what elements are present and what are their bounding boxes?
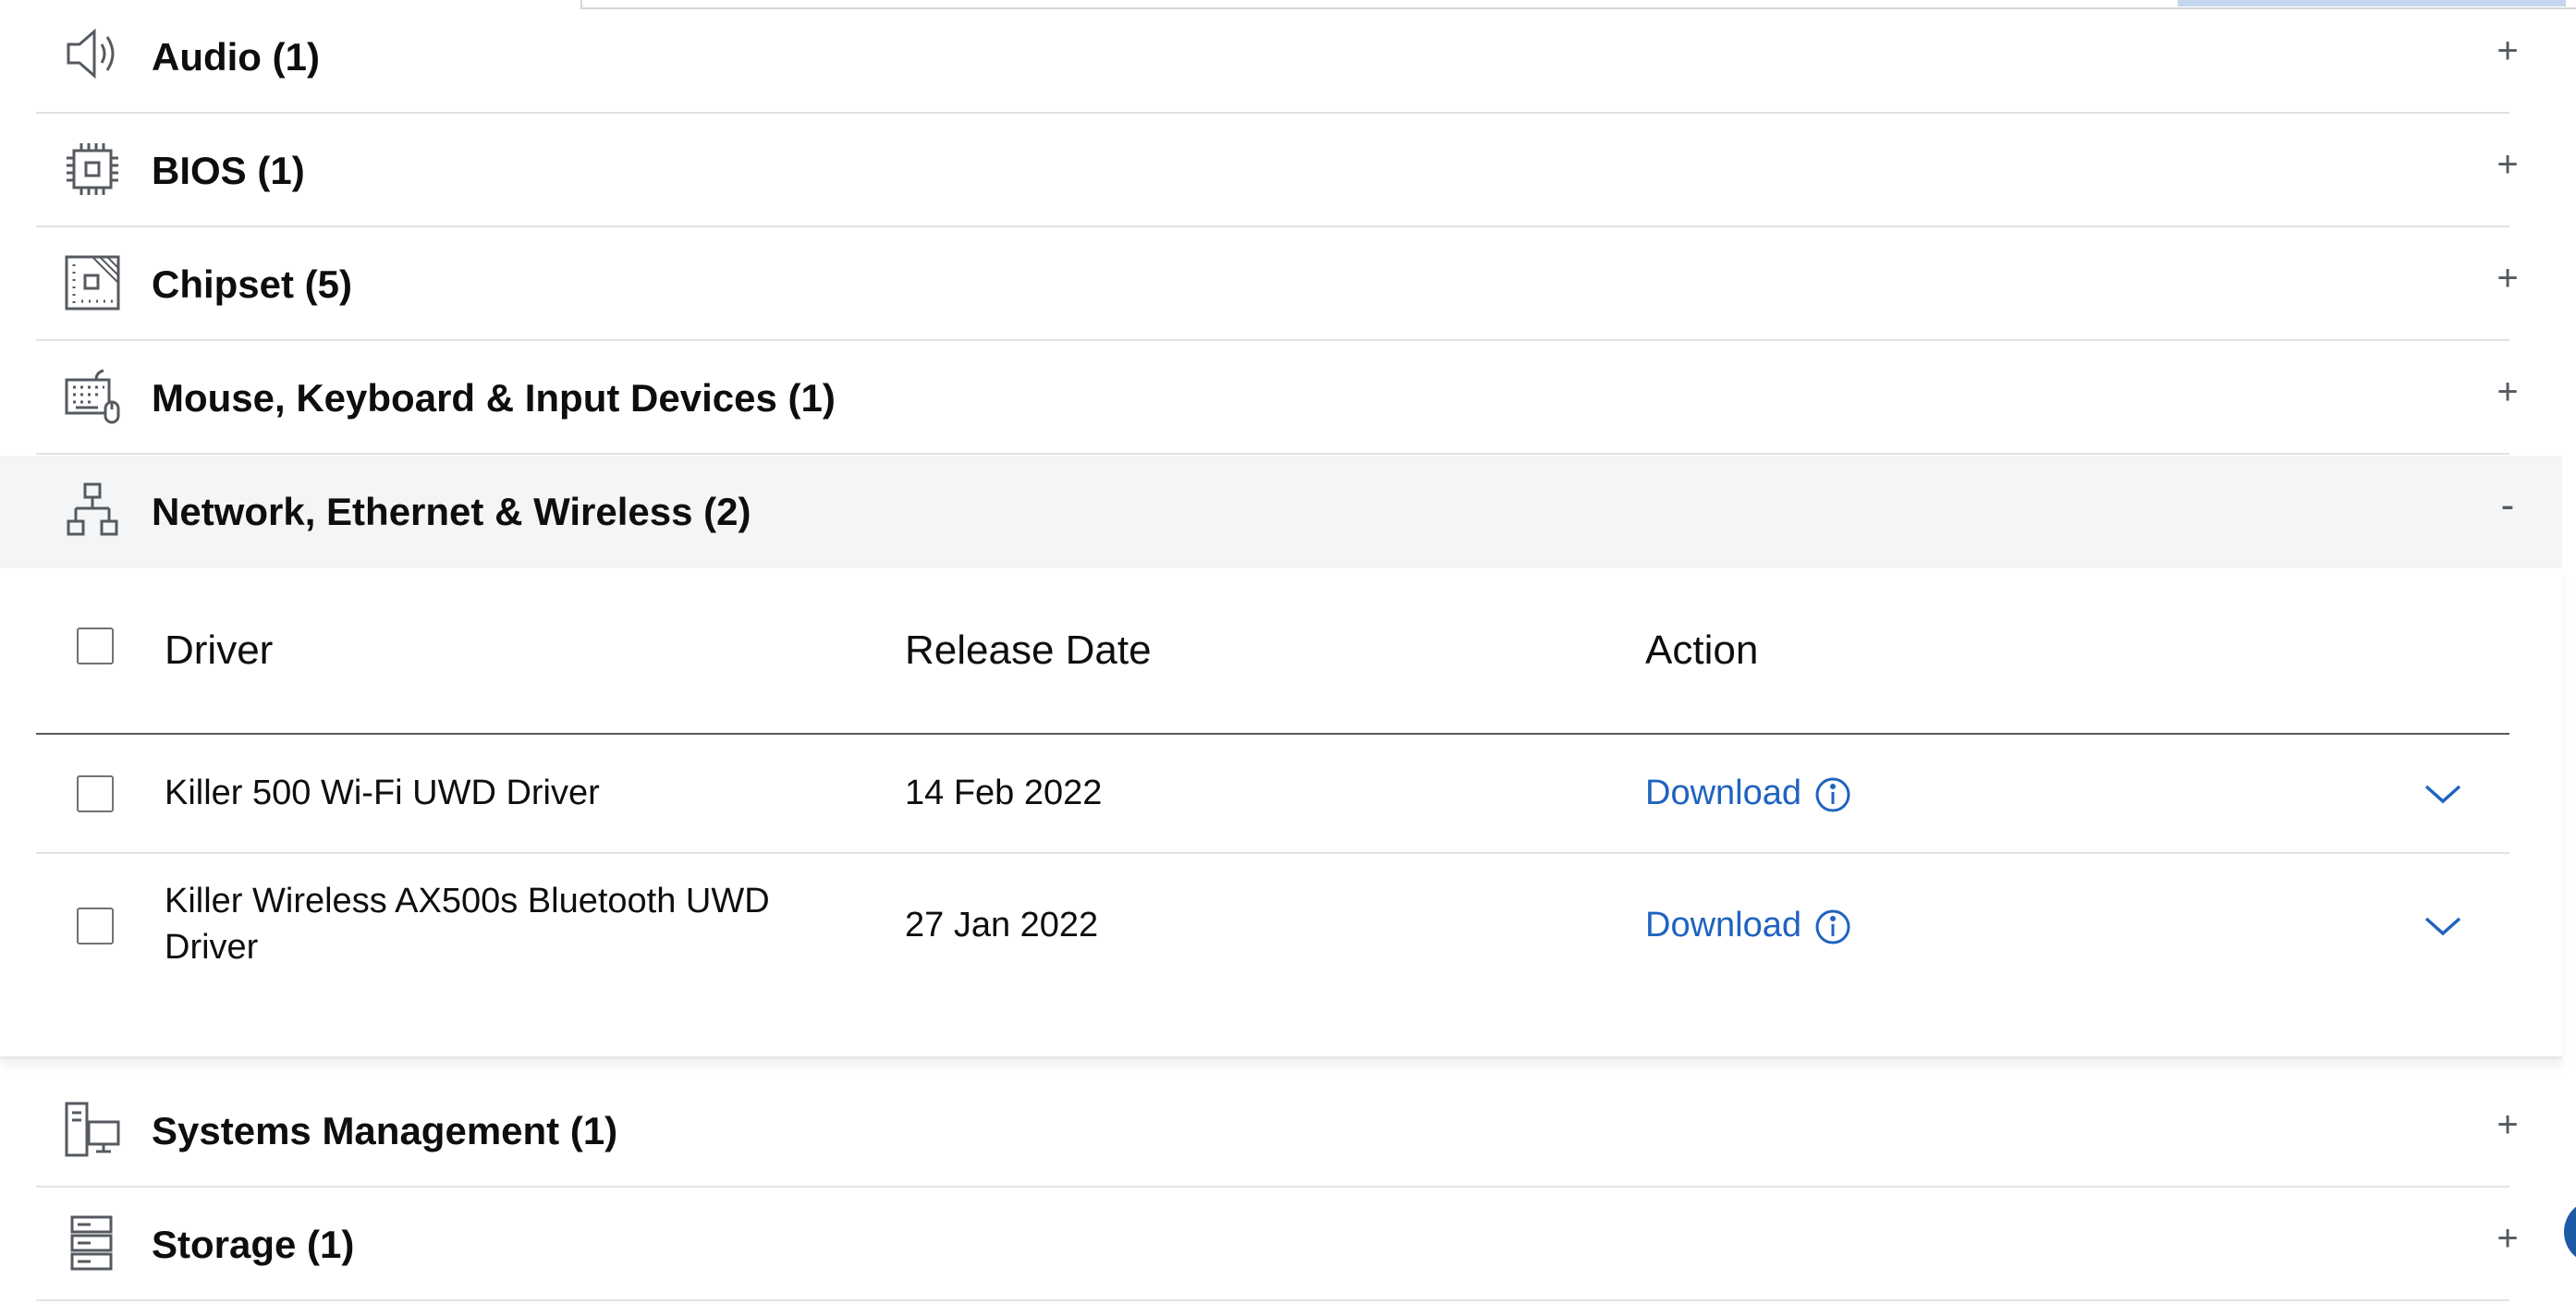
storage-icon	[63, 1213, 122, 1273]
info-icon[interactable]	[1814, 908, 1851, 945]
expand-toggle[interactable]: +	[2484, 1074, 2531, 1188]
computer-icon	[63, 1100, 122, 1159]
chipset-icon	[63, 253, 122, 312]
expand-toggle[interactable]: +	[2484, 341, 2531, 455]
category-chipset[interactable]: Chipset (5) +	[0, 227, 2576, 341]
row-checkbox[interactable]	[77, 775, 114, 812]
header-release-date: Release Date	[905, 628, 1152, 673]
row-checkbox[interactable]	[77, 908, 114, 944]
expand-toggle[interactable]: +	[2484, 1188, 2531, 1301]
network-icon	[63, 481, 122, 540]
chevron-down-icon[interactable]	[2423, 774, 2463, 814]
category-title: BIOS (1)	[152, 149, 305, 192]
expand-toggle[interactable]: +	[2484, 0, 2531, 114]
category-audio[interactable]: Audio (1) +	[0, 0, 2576, 114]
download-link[interactable]: Download	[1645, 770, 1851, 816]
category-title: Systems Management (1)	[152, 1109, 618, 1152]
download-label[interactable]: Download	[1645, 774, 1801, 812]
category-input-devices[interactable]: Mouse, Keyboard & Input Devices (1) +	[0, 341, 2576, 455]
driver-name: Killer 500 Wi-Fi UWD Driver	[165, 774, 600, 812]
table-row: Killer 500 Wi-Fi UWD Driver 14 Feb 2022 …	[36, 735, 2509, 854]
driver-table-panel: Driver Release Date Action Killer 500 Wi…	[0, 568, 2562, 1059]
speaker-icon	[63, 24, 122, 83]
driver-name: Killer Wireless AX500s Bluetooth UWD Dri…	[165, 882, 770, 967]
keyboard-mouse-icon	[63, 367, 122, 426]
collapse-toggle[interactable]: -	[2484, 455, 2531, 568]
table-row: Killer Wireless AX500s Bluetooth UWD Dri…	[36, 854, 2509, 997]
category-bios[interactable]: BIOS (1) +	[0, 114, 2576, 227]
category-storage[interactable]: Storage (1) +	[0, 1188, 2576, 1301]
category-title: Chipset (5)	[152, 262, 353, 306]
download-link[interactable]: Download	[1645, 902, 1851, 948]
header-driver: Driver	[165, 628, 274, 673]
chip-icon	[63, 140, 122, 199]
category-network[interactable]: Network, Ethernet & Wireless (2) -	[0, 455, 2576, 568]
info-icon[interactable]	[1814, 776, 1851, 813]
expand-toggle[interactable]: +	[2484, 114, 2531, 227]
table-header: Driver Release Date Action	[36, 568, 2509, 735]
select-all-checkbox[interactable]	[77, 628, 114, 664]
category-systems-management[interactable]: Systems Management (1) +	[0, 1074, 2576, 1188]
category-title: Storage (1)	[152, 1223, 355, 1266]
download-label[interactable]: Download	[1645, 906, 1801, 944]
release-date: 27 Jan 2022	[905, 906, 1099, 944]
category-title: Audio (1)	[152, 35, 320, 79]
category-title: Network, Ethernet & Wireless (2)	[152, 490, 751, 533]
divider	[36, 1299, 2509, 1301]
expand-toggle[interactable]: +	[2484, 227, 2531, 341]
release-date: 14 Feb 2022	[905, 774, 1103, 812]
header-action: Action	[1645, 628, 1759, 673]
chevron-down-icon[interactable]	[2423, 906, 2463, 946]
category-title: Mouse, Keyboard & Input Devices (1)	[152, 376, 836, 420]
